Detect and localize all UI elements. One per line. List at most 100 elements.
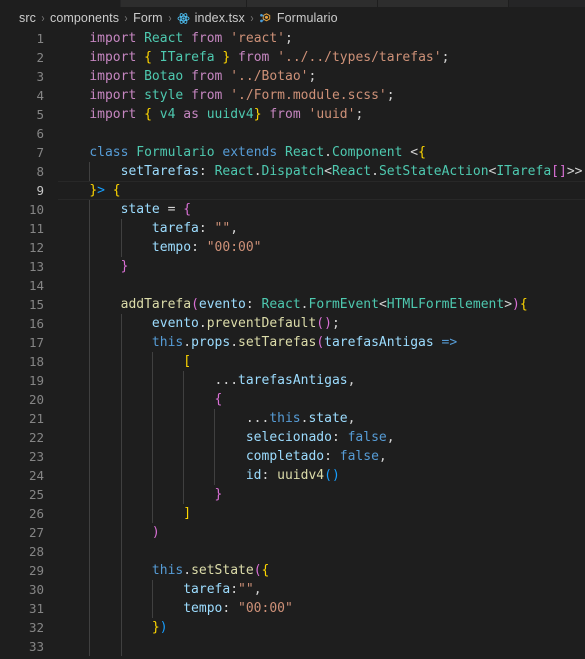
code-token: HTMLFormElement xyxy=(386,297,505,312)
code-line-content[interactable]: id: uuidv4() xyxy=(58,466,585,485)
code-line[interactable]: 28 xyxy=(0,542,585,561)
code-line-content[interactable]: this.props.setTarefas(tarefasAntigas => xyxy=(58,333,585,352)
code-line-content[interactable]: tempo: "00:00" xyxy=(58,238,585,257)
code-line-content[interactable] xyxy=(58,124,585,143)
gutter-spacer xyxy=(44,333,58,352)
code-line[interactable]: 27 ) xyxy=(0,523,585,542)
code-token: < xyxy=(410,145,419,160)
editor-tab-3[interactable] xyxy=(247,0,378,7)
code-line[interactable]: 33 xyxy=(0,637,585,656)
code-line[interactable]: 11 tarefa: "", xyxy=(0,219,585,238)
code-line[interactable]: 2 import { ITarefa } from '../../types/t… xyxy=(0,48,585,67)
code-token: 'react' xyxy=(230,31,286,46)
code-line[interactable]: 21 ...this.state, xyxy=(0,409,585,428)
breadcrumb-item-form[interactable]: Form xyxy=(133,11,163,25)
code-line-content[interactable]: import style from './Form.module.scss'; xyxy=(58,86,585,105)
breadcrumb-item-src[interactable]: src xyxy=(19,11,36,25)
code-line-content[interactable]: }) xyxy=(58,618,585,637)
breadcrumb[interactable]: src › components › Form › index.tsx › Formulario xyxy=(0,7,585,29)
code-token: v4 xyxy=(159,107,176,122)
code-line[interactable]: 16 evento.preventDefault(); xyxy=(0,314,585,333)
code-line-content[interactable]: tarefa:"", xyxy=(58,580,585,599)
code-token: : xyxy=(222,601,239,616)
code-line-content[interactable]: import { ITarefa } from '../../types/tar… xyxy=(58,48,585,67)
code-line-content[interactable]: ) xyxy=(58,523,585,542)
code-line[interactable]: 4 import style from './Form.module.scss'… xyxy=(0,86,585,105)
code-line[interactable]: 31 tempo: "00:00" xyxy=(0,599,585,618)
code-line[interactable]: 25 } xyxy=(0,485,585,504)
code-token: props xyxy=(191,335,231,350)
code-line-content[interactable]: tempo: "00:00" xyxy=(58,599,585,618)
code-line[interactable]: 30 tarefa:"", xyxy=(0,580,585,599)
code-line-content[interactable]: import { v4 as uuidv4} from 'uuid'; xyxy=(58,105,585,124)
editor-tab-2[interactable] xyxy=(121,0,247,7)
code-line[interactable]: 17 this.props.setTarefas(tarefasAntigas … xyxy=(0,333,585,352)
code-line-content[interactable]: state = { xyxy=(58,200,585,219)
code-line[interactable]: 7 class Formulario extends React.Compone… xyxy=(0,143,585,162)
code-line[interactable]: 1 import React from 'react'; xyxy=(0,29,585,48)
code-line-content[interactable]: [ xyxy=(58,352,585,371)
code-line-content[interactable]: import React from 'react'; xyxy=(58,29,585,48)
code-line[interactable]: 3 import Botao from '../Botao'; xyxy=(0,67,585,86)
code-line[interactable]: 5 import { v4 as uuidv4} from 'uuid'; xyxy=(0,105,585,124)
code-line[interactable]: 13 } xyxy=(0,257,585,276)
code-token: : xyxy=(198,221,215,236)
code-line[interactable]: 23 completado: false, xyxy=(0,447,585,466)
breadcrumb-item-components[interactable]: components xyxy=(50,11,119,25)
code-editor[interactable]: 1 import React from 'react'; 2 import { I… xyxy=(0,29,585,659)
code-line-content[interactable]: tarefa: "", xyxy=(58,219,585,238)
code-line-content[interactable]: } xyxy=(58,257,585,276)
code-line-content[interactable]: ...this.state, xyxy=(58,409,585,428)
code-line-content[interactable]: this.setState({ xyxy=(58,561,585,580)
code-line-content[interactable]: ...tarefasAntigas, xyxy=(58,371,585,390)
code-line[interactable]: 22 selecionado: false, xyxy=(0,428,585,447)
code-line[interactable]: 29 this.setState({ xyxy=(0,561,585,580)
code-line-content[interactable]: class Formulario extends React.Component… xyxy=(58,143,585,162)
code-line-content[interactable]: import Botao from '../Botao'; xyxy=(58,67,585,86)
code-line[interactable]: 12 tempo: "00:00" xyxy=(0,238,585,257)
code-line-content[interactable]: } xyxy=(58,485,585,504)
code-line[interactable]: 14 xyxy=(0,276,585,295)
code-line-content[interactable] xyxy=(58,276,585,295)
code-token: setTarefas xyxy=(238,335,317,350)
code-line[interactable]: 32 }) xyxy=(0,618,585,637)
code-line[interactable]: 24 id: uuidv4() xyxy=(0,466,585,485)
code-token: selecionado xyxy=(245,430,332,445)
code-line-content[interactable]: evento.preventDefault(); xyxy=(58,314,585,333)
code-token: : xyxy=(331,430,348,445)
code-token: ) xyxy=(159,620,168,635)
code-line[interactable]: 15 addTarefa(evento: React.FormEvent<HTM… xyxy=(0,295,585,314)
editor-tab-4[interactable] xyxy=(378,0,509,7)
code-line-content[interactable]: ] xyxy=(58,504,585,523)
code-line-content[interactable]: addTarefa(evento: React.FormEvent<HTMLFo… xyxy=(58,295,585,314)
code-line[interactable]: 18 [ xyxy=(0,352,585,371)
code-line-content[interactable]: completado: false, xyxy=(58,447,585,466)
code-line[interactable]: 10 state = { xyxy=(0,200,585,219)
code-line[interactable]: 6 xyxy=(0,124,585,143)
code-line-content[interactable]: setTarefas: React.Dispatch<React.SetStat… xyxy=(58,162,585,181)
breadcrumb-item-index-tsx[interactable]: index.tsx xyxy=(177,11,245,25)
gutter-spacer xyxy=(44,428,58,447)
code-line[interactable]: 20 { xyxy=(0,390,585,409)
code-line-content[interactable] xyxy=(58,637,585,656)
code-line-content[interactable]: { xyxy=(58,390,585,409)
code-line-content[interactable]: }> { xyxy=(58,181,585,200)
code-line-content[interactable] xyxy=(58,542,585,561)
code-line[interactable]: 19 ...tarefasAntigas, xyxy=(0,371,585,390)
line-number: 30 xyxy=(28,582,44,597)
code-lines-container[interactable]: 1 import React from 'react'; 2 import { I… xyxy=(0,29,585,659)
editor-tab-1[interactable] xyxy=(0,0,121,7)
code-token: "" xyxy=(214,221,231,236)
code-line[interactable]: 9 }> { xyxy=(0,181,585,200)
code-token: extends xyxy=(222,145,278,160)
code-line[interactable]: 26 ] xyxy=(0,504,585,523)
code-token: "00:00" xyxy=(238,601,293,616)
code-line[interactable]: 8 setTarefas: React.Dispatch<React.SetSt… xyxy=(0,162,585,181)
code-line-content[interactable]: selecionado: false, xyxy=(58,428,585,447)
breadcrumb-item-formulario[interactable]: Formulario xyxy=(259,11,338,25)
